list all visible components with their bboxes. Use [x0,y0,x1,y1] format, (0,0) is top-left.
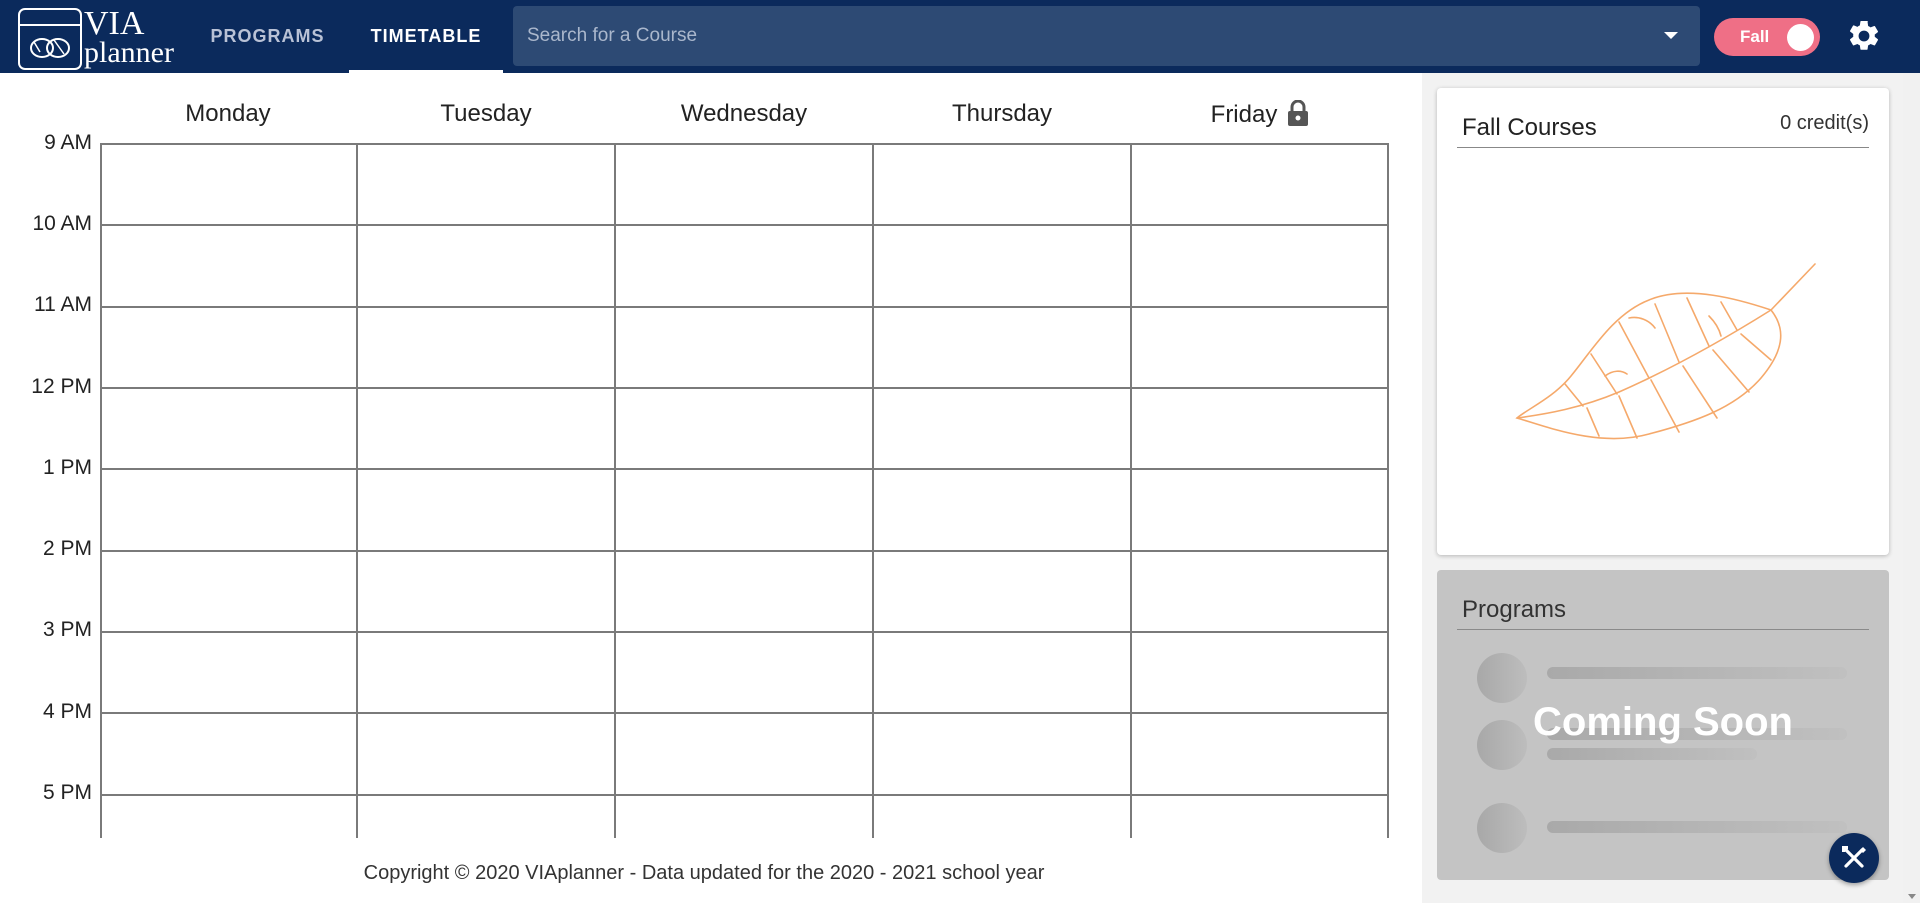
skeleton-row [1477,803,1857,853]
tools-icon [1842,846,1866,868]
time-label-11am: 11 AM [34,293,92,316]
grid-column-line [872,144,874,838]
top-app-bar: VIA planner PROGRAMS TIMETABLE Fall [0,0,1920,73]
grid-row-line [100,387,1389,389]
season-toggle-label: Fall [1740,27,1770,46]
time-label-2pm: 2 PM [42,537,92,560]
day-header-friday: Friday [1131,100,1389,129]
logo-text-planner: planner [84,36,174,69]
course-search[interactable] [513,6,1700,66]
day-header-wednesday: Wednesday [680,100,808,127]
grid-column-line [1130,144,1132,838]
grid-column-line [614,144,616,838]
grid-row-line [100,550,1389,552]
grid-row-line [100,631,1389,633]
grid-column-line [100,144,102,838]
scroll-down-arrow-icon[interactable] [1908,894,1916,899]
grid-row-line [100,468,1389,470]
grid-column-line [1387,144,1389,838]
skeleton-bar [1547,748,1757,760]
time-label-4pm: 4 PM [42,700,92,723]
fall-courses-title: Fall Courses [1462,114,1597,141]
toggle-knob [1787,24,1814,51]
divider [1457,629,1869,630]
time-label-12pm: 12 PM [31,375,92,398]
copyright-footer: Copyright © 2020 VIAplanner - Data updat… [363,862,1045,884]
skeleton-avatar [1477,653,1527,703]
grid-row-line [100,794,1389,796]
leaf-illustration [1515,263,1816,440]
day-header-monday: Monday [185,100,271,127]
time-label-10am: 10 AM [32,212,92,235]
chevron-down-icon[interactable] [1664,32,1678,39]
time-label-9am: 9 AM [44,131,92,154]
tab-programs[interactable]: PROGRAMS [200,0,335,73]
programs-card: Programs Coming Soon [1437,570,1889,880]
day-header-friday-label: Friday [1210,101,1278,128]
time-label-5pm: 5 PM [42,781,92,804]
grid-row-line [100,224,1389,226]
season-toggle[interactable]: Fall [1714,18,1820,56]
credit-count: 0 credit(s) [1780,112,1869,134]
tab-timetable[interactable]: TIMETABLE [349,0,503,73]
vertical-scrollbar[interactable] [1903,73,1920,903]
grid-row-line [100,712,1389,714]
time-label-3pm: 3 PM [42,618,92,641]
grid-column-line [356,144,358,838]
day-header-tuesday: Tuesday [440,100,532,127]
fall-courses-card: Fall Courses 0 credit(s) [1437,88,1889,555]
grid-row-line [100,306,1389,308]
gear-icon[interactable] [1846,18,1882,54]
grid-row-line [100,143,1389,145]
search-input[interactable] [527,6,1647,66]
skeleton-row [1477,653,1857,703]
tools-fab-button[interactable] [1829,833,1879,883]
divider [1457,147,1869,148]
programs-title: Programs [1462,596,1567,623]
skeleton-bar [1547,821,1847,833]
coming-soon-overlay: Coming Soon [1533,700,1793,744]
day-header-thursday: Thursday [951,100,1053,127]
calendar-logo-icon [18,8,82,70]
skeleton-avatar [1477,803,1527,853]
time-label-1pm: 1 PM [42,456,92,479]
lock-icon[interactable] [1287,100,1309,126]
viaplanner-logo[interactable]: VIA planner [16,4,182,70]
skeleton-bar [1547,667,1847,679]
